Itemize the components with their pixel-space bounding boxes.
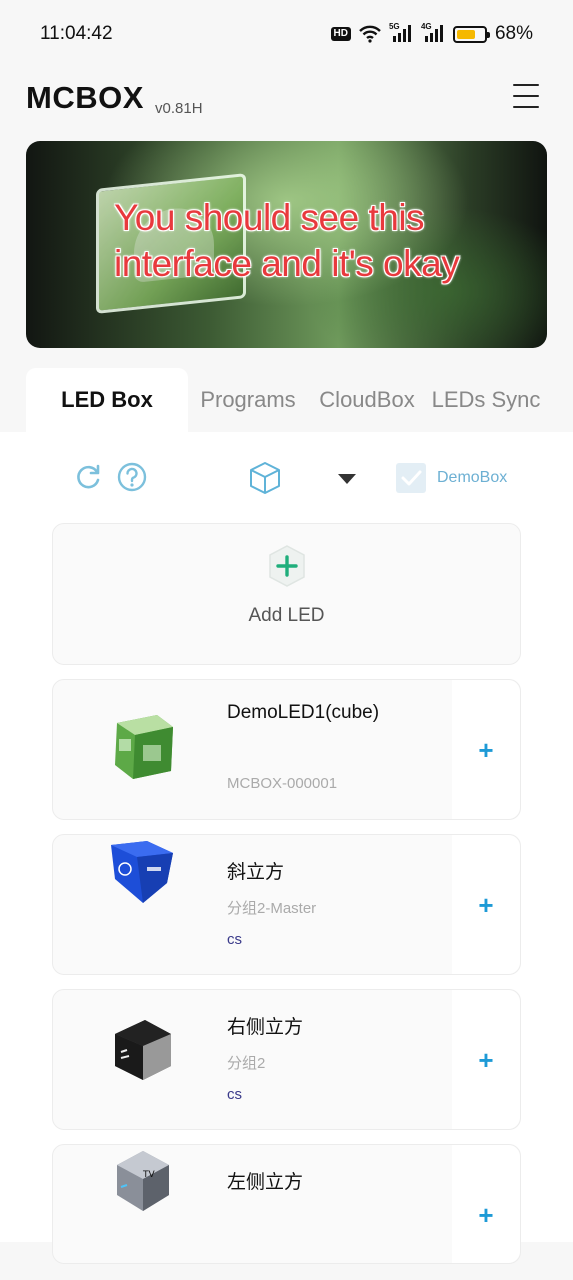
led-add-button[interactable]: +	[452, 990, 520, 1129]
add-hexagon-icon	[269, 545, 305, 587]
plus-icon: +	[478, 889, 494, 920]
led-group: 分组2-Master	[227, 900, 317, 917]
plus-icon: +	[478, 1200, 494, 1230]
led-tag: cs	[227, 931, 242, 948]
plus-icon: +	[478, 734, 494, 765]
hd-badge: HD	[330, 27, 351, 41]
help-icon[interactable]	[117, 462, 147, 492]
led-list-item[interactable]: TV 左侧立方 +	[52, 1144, 521, 1264]
green-cube-thumbnail	[115, 715, 173, 779]
led-group: 分组2	[227, 1055, 266, 1072]
tv-cube-thumbnail: TV	[117, 1151, 169, 1211]
signal-4g-icon: 4G	[421, 22, 445, 43]
plus-icon: +	[478, 1044, 494, 1075]
app-version: v0.81H	[155, 100, 203, 117]
led-box-panel: DemoBox Add LED DemoLED1(cube) MCBOX-000…	[0, 432, 573, 1264]
hero-banner: You should see this interface and it's o…	[26, 141, 547, 348]
app-title: MCBOX	[26, 80, 144, 115]
tab-leds-sync[interactable]: LEDs Sync	[426, 368, 546, 432]
led-name: 左侧立方	[227, 1172, 304, 1193]
status-icons: HD 5G 4G 68%	[330, 22, 533, 45]
add-led-card[interactable]: Add LED	[52, 523, 521, 665]
led-list-item[interactable]: 右侧立方 分组2 cs +	[52, 989, 521, 1130]
led-name: DemoLED1(cube)	[227, 702, 380, 723]
demobox-checkbox[interactable]	[396, 463, 426, 493]
tab-bar: LED Box Programs CloudBox LEDs Sync	[26, 368, 573, 432]
app-header: MCBOX v0.81H	[0, 74, 573, 124]
led-list-item[interactable]: 斜立方 分组2-Master cs +	[52, 834, 521, 975]
led-add-button[interactable]: +	[452, 680, 520, 819]
demobox-label: DemoBox	[437, 469, 508, 486]
battery-icon	[452, 25, 490, 43]
led-name: 斜立方	[227, 862, 285, 883]
battery-percent: 68%	[494, 23, 533, 44]
status-time: 11:04:42	[40, 23, 113, 44]
hamburger-menu-icon[interactable]	[512, 82, 540, 110]
led-add-button[interactable]: +	[452, 1145, 520, 1263]
refresh-icon[interactable]	[74, 463, 102, 491]
cube-icon[interactable]	[249, 461, 281, 495]
wifi-icon	[359, 25, 381, 43]
dropdown-arrow-icon[interactable]	[338, 474, 356, 484]
signal-5g-icon: 5G	[389, 22, 413, 43]
check-icon	[401, 470, 422, 486]
led-add-button[interactable]: +	[452, 835, 520, 974]
banner-overlay-text: You should see this interface and it's o…	[114, 197, 460, 284]
led-serial: MCBOX-000001	[227, 775, 338, 792]
led-list-item[interactable]: DemoLED1(cube) MCBOX-000001 +	[52, 679, 521, 820]
led-toolbar: DemoBox	[0, 432, 573, 522]
led-name: 右侧立方	[227, 1017, 304, 1038]
battery-level	[456, 29, 475, 39]
gray-cube-thumbnail	[115, 1020, 171, 1080]
tab-cloudbox[interactable]: CloudBox	[308, 368, 426, 432]
status-bar: 11:04:42 HD 5G 4G 68%	[0, 0, 573, 68]
tab-led-box[interactable]: LED Box	[26, 368, 188, 432]
led-tag: cs	[227, 1086, 242, 1103]
add-led-label: Add LED	[248, 605, 325, 626]
blue-cube-thumbnail	[111, 841, 173, 903]
svg-text:TV: TV	[142, 1170, 155, 1180]
tab-programs[interactable]: Programs	[188, 368, 308, 432]
